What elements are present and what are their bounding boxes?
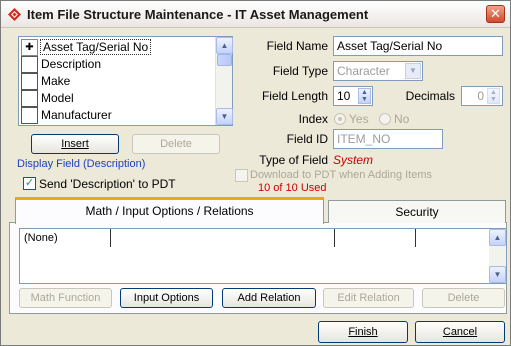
title-bar[interactable]: Item File Structure Maintenance - IT Ass… <box>1 1 510 28</box>
main-window: Item File Structure Maintenance - IT Ass… <box>0 0 511 346</box>
download-pdt-checkbox[interactable] <box>235 169 248 182</box>
list-item[interactable]: Description <box>21 56 211 74</box>
grid-column-divider <box>110 229 111 247</box>
scroll-up-icon[interactable]: ▲ <box>489 229 506 246</box>
input-options-button[interactable]: Input Options <box>120 288 213 308</box>
checked-icon[interactable]: ✚ <box>21 39 38 56</box>
list-item-label: Manufacturer <box>41 108 112 122</box>
relations-grid[interactable]: (None) ▲ ▼ <box>19 228 507 284</box>
checkbox-square[interactable] <box>21 73 38 90</box>
tab-security[interactable]: Security <box>328 200 506 223</box>
chevron-down-icon[interactable]: ▼ <box>405 63 421 79</box>
edit-relation-button[interactable]: Edit Relation <box>323 288 414 308</box>
send-description-label: Send 'Description' to PDT <box>39 177 176 191</box>
tab-math-input-relations[interactable]: Math / Input Options / Relations <box>15 197 324 224</box>
finish-button[interactable]: Finish <box>318 321 408 343</box>
app-icon <box>8 8 21 21</box>
index-yes-label: Yes <box>349 112 369 126</box>
field-name-input[interactable]: Asset Tag/Serial No <box>333 36 503 56</box>
type-of-field-value: System <box>333 153 374 167</box>
field-id-input[interactable]: ITEM_NO <box>333 129 443 149</box>
list-item-label: Make <box>41 74 71 88</box>
stepper-icon[interactable]: ▲ ▼ <box>487 88 500 104</box>
display-field-label: Display Field (Description) <box>17 158 146 170</box>
grid-cell: (None) <box>24 232 58 244</box>
window-title: Item File Structure Maintenance - IT Ass… <box>27 7 369 22</box>
field-list[interactable]: ✚ Asset Tag/Serial No Description Make M… <box>18 36 233 126</box>
list-item[interactable]: Manufacturer <box>21 107 211 125</box>
cancel-button[interactable]: Cancel <box>415 321 505 343</box>
insert-button[interactable]: Insert <box>31 134 119 154</box>
type-of-field-label: Type of Field <box>259 153 328 167</box>
checkbox-square[interactable] <box>21 107 38 124</box>
list-item[interactable]: ✚ Asset Tag/Serial No <box>21 39 211 57</box>
send-description-checkbox[interactable]: ✓ <box>23 177 36 190</box>
checkbox-square[interactable] <box>21 90 38 107</box>
math-function-button[interactable]: Math Function <box>19 288 112 308</box>
scroll-down-icon[interactable]: ▼ <box>216 108 233 125</box>
delete-button[interactable]: Delete <box>132 134 220 154</box>
grid-column-divider <box>334 229 335 247</box>
used-count: 10 of 10 Used <box>258 182 327 194</box>
scroll-up-icon[interactable]: ▲ <box>216 37 233 54</box>
grid-column-divider <box>415 229 416 247</box>
list-scrollbar[interactable]: ▲ ▼ <box>215 37 233 125</box>
list-item-label: Model <box>41 91 74 105</box>
index-no-radio[interactable] <box>379 113 391 125</box>
list-item[interactable]: Make <box>21 73 211 91</box>
stepper-icon[interactable]: ▲ ▼ <box>358 88 371 104</box>
list-item[interactable]: Model <box>21 90 211 108</box>
decimals-label: Decimals <box>405 89 455 103</box>
add-relation-button[interactable]: Add Relation <box>222 288 316 308</box>
grid-scrollbar[interactable]: ▲ ▼ <box>489 229 506 283</box>
index-no-label: No <box>394 112 410 126</box>
delete-relation-button[interactable]: Delete <box>422 288 505 308</box>
list-item-label: Asset Tag/Serial No <box>40 39 152 55</box>
checkbox-square[interactable] <box>21 56 38 73</box>
list-item-label: Description <box>41 57 102 71</box>
index-yes-radio[interactable] <box>334 113 346 125</box>
scroll-thumb[interactable] <box>217 54 232 66</box>
download-pdt-label: Download to PDT when Adding Items <box>250 169 433 181</box>
index-label: Index <box>298 112 328 126</box>
field-name-label: Field Name <box>266 39 328 53</box>
field-id-label: Field ID <box>286 132 328 146</box>
close-icon[interactable]: ✕ <box>486 5 505 23</box>
field-length-label: Field Length <box>261 89 328 103</box>
field-type-label: Field Type <box>272 64 328 78</box>
scroll-down-icon[interactable]: ▼ <box>489 266 506 283</box>
